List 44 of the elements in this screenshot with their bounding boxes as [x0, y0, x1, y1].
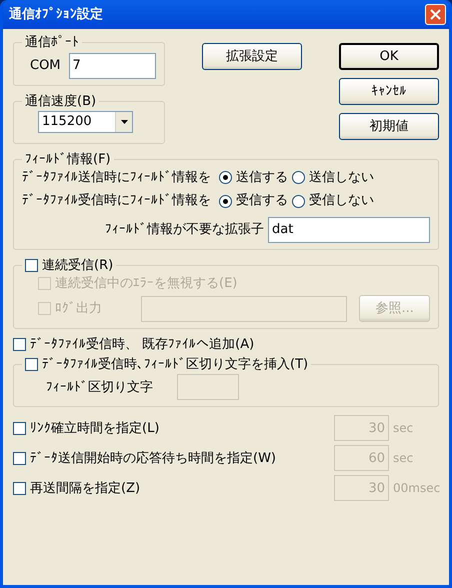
com-input[interactable]: 7 [68, 52, 156, 79]
group-title: 通信速度(B) [24, 94, 98, 110]
checkbox-label: 再送間隔を指定(Z) [30, 480, 140, 496]
option-label: ﾃﾞｰﾀﾌｧｲﾙ受信時にﾌｨｰﾙﾄﾞ情報を [22, 193, 211, 209]
radio-label: 送信しない [309, 170, 374, 186]
radio-label: 受信しない [309, 193, 374, 209]
speed-dropdown[interactable]: 115200 [38, 111, 133, 134]
checkbox[interactable] [13, 338, 26, 352]
checkbox[interactable] [25, 259, 38, 272]
radio-button[interactable] [292, 194, 305, 208]
extension-label: ﾌｨｰﾙﾄﾞ情報が不要な拡張子 [105, 222, 264, 238]
checkbox[interactable] [25, 358, 38, 372]
dialog-button[interactable]: OK [339, 43, 439, 70]
radio-button[interactable] [219, 194, 232, 208]
extended-settings-button[interactable]: 拡張設定 [202, 43, 302, 70]
close-icon [430, 9, 441, 20]
com-label: COM [30, 58, 61, 74]
checkbox-label: ﾘﾝｸ確立時間を指定(L) [30, 420, 160, 436]
radio-label: 送信する [236, 170, 288, 186]
log-path-input[interactable] [140, 296, 348, 322]
unit-label: sec [393, 421, 414, 436]
checkbox-label: ﾛｸﾞ出力 [55, 300, 103, 316]
radio-button[interactable] [219, 171, 232, 184]
caret-icon [120, 120, 128, 124]
extension-input[interactable]: dat [268, 216, 430, 243]
unit-label: 00msec [393, 481, 439, 496]
option-label: ﾃﾞｰﾀﾌｧｲﾙ送信時にﾌｨｰﾙﾄﾞ情報を [22, 170, 211, 186]
dropdown-value: 115200 [41, 113, 93, 132]
radio-button[interactable] [292, 171, 305, 184]
checkbox-label: 連続受信中のｴﾗｰを無視する(E) [55, 276, 238, 292]
dialog-button[interactable]: 初期値 [339, 113, 439, 140]
radio-label: 受信する [236, 193, 288, 209]
close-button[interactable] [425, 4, 446, 25]
checkbox-label: ﾃﾞｰﾀﾌｧｲﾙ受信時、 既存ﾌｧｲﾙへ追加(A) [30, 337, 254, 353]
separator-input[interactable] [177, 374, 239, 400]
window-title: 通信ｵﾌﾟｼｮﾝ設定 [9, 6, 103, 22]
checkbox-label: ﾃﾞｰﾀ送信開始時の応答待ち時間を指定(W) [30, 450, 276, 466]
separator-label: ﾌｨｰﾙﾄﾞ区切り文字 [46, 380, 153, 396]
checkbox-label: 連続受信(R) [42, 258, 114, 274]
group-title: ﾌｨｰﾙﾄﾞ情報(F) [24, 152, 112, 168]
group-title: 通信ﾎﾟｰﾄ [24, 35, 80, 51]
dialog-button[interactable]: ｷｬﾝｾﾙ [339, 78, 439, 105]
checkbox-label: ﾃﾞｰﾀﾌｧｲﾙ受信時､ﾌｨｰﾙﾄﾞ区切り文字を挿入(T) [42, 356, 308, 372]
unit-label: sec [393, 451, 414, 466]
